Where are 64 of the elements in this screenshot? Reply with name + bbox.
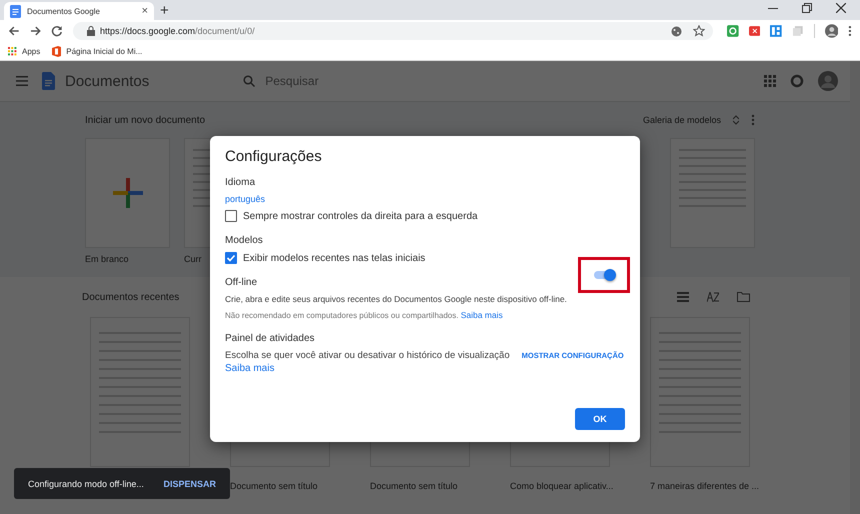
section-heading: Documentos recentes — [82, 292, 180, 302]
docs-logo-icon — [42, 72, 55, 90]
ok-button[interactable]: OK — [575, 408, 625, 430]
description-text: Escolha se quer você ativar ou desativar o histórico de visualização — [225, 350, 510, 361]
checkbox-label[interactable]: Exibir modelos recentes nas telas iniciais — [243, 252, 426, 264]
search-icon — [243, 75, 256, 87]
url-host: https://docs.google.com — [100, 26, 196, 36]
checkbox[interactable] — [225, 252, 237, 264]
section-heading: Iniciar um novo documento — [85, 114, 206, 126]
avatar-icon[interactable] — [824, 24, 838, 38]
list-view-icon[interactable] — [677, 292, 689, 302]
close-tab-button[interactable]: × — [142, 5, 148, 17]
bookmark[interactable]: Apps — [8, 46, 40, 56]
folder-icon[interactable] — [737, 292, 750, 302]
document-title: 7 maneiras diferentes de ... — [650, 481, 760, 491]
extension-icon[interactable] — [726, 25, 739, 37]
avatar-icon[interactable] — [818, 71, 838, 91]
plus-icon — [112, 178, 142, 208]
template-label: Em branco — [85, 254, 129, 264]
forward-icon[interactable] — [30, 25, 42, 37]
template-label: Curr — [184, 254, 202, 264]
learn-more-link[interactable]: Saiba mais — [225, 363, 274, 374]
office-icon — [52, 46, 62, 56]
checkbox[interactable] — [225, 210, 237, 222]
bookmark[interactable]: Página Inicial do Mi... — [52, 46, 142, 56]
dialog-title: Configurações — [225, 148, 323, 165]
section-heading: Modelos — [225, 235, 263, 246]
section-heading: Off-line — [225, 277, 258, 288]
section-heading: Painel de atividades — [225, 333, 315, 344]
language-link[interactable]: português — [225, 194, 266, 204]
star-icon[interactable] — [692, 25, 705, 37]
document-title: Como bloquear aplicativ... — [510, 481, 614, 491]
apps-grid-icon[interactable] — [764, 75, 776, 87]
new-tab-button[interactable]: + — [154, 2, 175, 20]
menu-icon[interactable] — [16, 76, 28, 86]
note-text: Não recomendado em computadores públicos ou compartilhados. — [225, 311, 458, 320]
extension-icon[interactable] — [748, 26, 760, 36]
back-icon[interactable] — [8, 25, 20, 37]
document-title: Documento sem título — [370, 481, 458, 491]
expand-icon[interactable] — [733, 115, 739, 125]
toggle-switch[interactable] — [592, 268, 616, 282]
apps-grid-icon — [8, 46, 17, 56]
document-title: Documento sem título — [230, 481, 318, 491]
more-icon[interactable] — [848, 25, 852, 37]
snackbar-message: Configurando modo off-line... — [28, 478, 144, 488]
app-title: Documentos — [65, 72, 150, 90]
browser-tab[interactable]: Documentos Google × — [4, 2, 154, 20]
document-icon — [10, 4, 21, 18]
address-bar[interactable]: https://docs.google.com/document/u/0/ — [72, 22, 713, 40]
restore-icon[interactable] — [802, 2, 812, 12]
sort-icon[interactable] — [707, 292, 719, 302]
description-text: Crie, abra e edite seus arquivos recentes do Documentos Google neste dispositivo off-line. — [225, 294, 567, 304]
scrollbar[interactable] — [850, 61, 860, 514]
tab-title: Documentos Google — [27, 6, 101, 16]
url-path: /document/u/0/ — [195, 26, 255, 36]
section-heading: Idioma — [225, 177, 256, 188]
reload-icon[interactable] — [51, 25, 63, 37]
learn-more-link[interactable]: Saiba mais — [460, 310, 503, 320]
cookie-icon[interactable] — [670, 26, 682, 36]
checkbox-label[interactable]: Sempre mostrar controles da direita para a esquerda — [243, 210, 478, 222]
lock-icon — [86, 26, 95, 36]
dismiss-button[interactable]: DISPENSAR — [163, 478, 216, 488]
extension-icon[interactable] — [770, 25, 782, 37]
close-icon[interactable] — [836, 2, 846, 12]
